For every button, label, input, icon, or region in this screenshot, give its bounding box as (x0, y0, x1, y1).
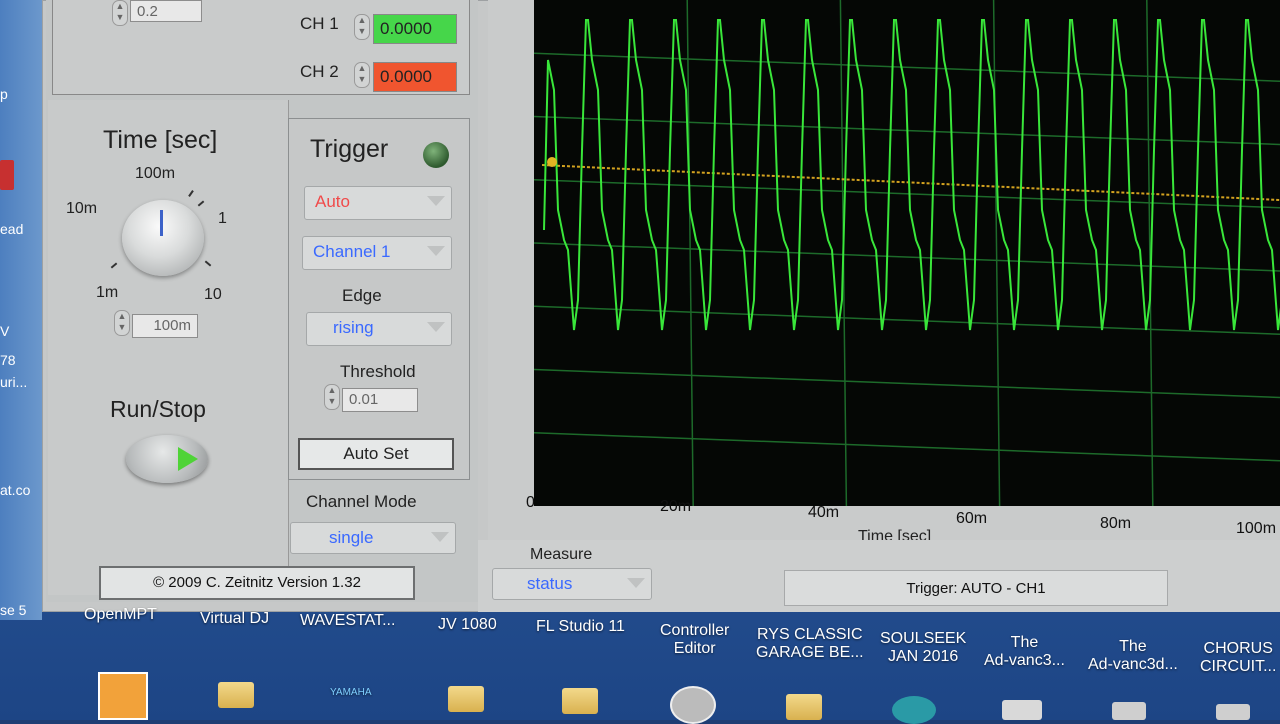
knob-indicator (160, 210, 163, 236)
x-tick: 100m (1236, 520, 1277, 537)
desktop-text: 78 (0, 352, 16, 368)
trigger-marker (547, 157, 557, 167)
knob-label-10m: 10m (66, 200, 98, 217)
shortcut-label[interactable]: The Ad-vanc3... (984, 634, 1065, 670)
chevron-down-icon (427, 246, 445, 256)
threshold-field[interactable]: 0.01 (342, 388, 418, 412)
chevron-down-icon (427, 322, 445, 332)
time-value-field[interactable]: 100m (132, 314, 198, 338)
copyright-box: © 2009 C. Zeitnitz Version 1.32 (99, 566, 415, 600)
ch2-value-indicator: 0.0000 (373, 62, 457, 92)
desktop-text: p (0, 86, 8, 102)
ch2-spinner[interactable]: ▲ ▼ (354, 62, 370, 88)
grid-line-vertical (992, 0, 1001, 507)
time-knob[interactable] (122, 200, 204, 276)
shortcut-label[interactable]: Controller Editor (660, 622, 729, 658)
trigger-source-dropdown[interactable]: Channel 1 (302, 236, 452, 270)
folder-icon[interactable] (786, 694, 822, 720)
play-icon (178, 447, 198, 471)
knob-label-10: 10 (204, 286, 222, 303)
chevron-down-icon (627, 578, 645, 588)
knob-label-100m: 100m (135, 165, 176, 182)
trigger-mode-value: Auto (315, 192, 350, 211)
grid-line-horizontal (533, 432, 1280, 462)
shortcut-label[interactable]: SOULSEEK JAN 2016 (880, 630, 966, 666)
top-value-spinner[interactable]: ▲ ▼ (112, 0, 128, 26)
folder-icon[interactable] (448, 686, 484, 712)
desktop-text: uri... (0, 374, 28, 390)
x-tick: 80m (1100, 515, 1132, 532)
plot-area (533, 0, 1280, 507)
trigger-title: Trigger (310, 135, 389, 163)
channel-mode-dropdown[interactable]: single (290, 522, 456, 554)
file-icon[interactable] (1002, 700, 1042, 720)
knob-label-1: 1 (218, 210, 227, 227)
ch1-label: CH 1 (300, 14, 339, 33)
chevron-down-icon (427, 196, 445, 206)
grid-line-vertical (686, 0, 694, 507)
edge-dropdown[interactable]: rising (306, 312, 452, 346)
trigger-mode-dropdown[interactable]: Auto (304, 186, 452, 220)
shortcut-label[interactable]: JV 1080 (438, 616, 497, 634)
shortcut-label[interactable]: RYS CLASSIC GARAGE BE... (756, 626, 864, 662)
channel-mode-value: single (329, 528, 374, 547)
x-tick: 60m (956, 510, 988, 527)
x-tick: 20m (660, 498, 692, 515)
grid-line-horizontal (533, 242, 1280, 272)
yamaha-icon[interactable]: YAMAHA (330, 684, 372, 702)
ch2-label: CH 2 (300, 62, 339, 81)
channel-mode-label: Channel Mode (306, 492, 417, 511)
file-icon[interactable] (1216, 704, 1250, 720)
threshold-spinner[interactable]: ▲ ▼ (324, 384, 340, 410)
ch1-trace (543, 19, 1280, 331)
x-tick: 0 (526, 494, 535, 511)
shortcut-label[interactable]: Virtual DJ (200, 610, 269, 628)
trigger-source-value: Channel 1 (313, 242, 391, 261)
desktop-text: at.co (0, 482, 31, 498)
waveform-plot (533, 0, 1280, 507)
shortcut-label[interactable]: FL Studio 11 (536, 618, 625, 636)
x-tick: 40m (808, 504, 840, 521)
grid-line-horizontal (533, 368, 1280, 399)
desktop-shortcuts: OpenMPT Virtual DJ WAVESTAT... JV 1080 F… (0, 604, 1280, 724)
run-stop-label: Run/Stop (110, 396, 206, 422)
desktop-app-icon[interactable] (0, 160, 14, 190)
controller-icon[interactable] (670, 686, 716, 724)
shortcut-label[interactable]: The Ad-vanc3d... (1088, 638, 1178, 674)
ch1-spinner[interactable]: ▲ ▼ (354, 14, 370, 40)
desktop-text: ead (0, 221, 24, 237)
knob-label-1m: 1m (96, 284, 119, 301)
chevron-down-icon (431, 532, 449, 542)
auto-set-button[interactable]: Auto Set (298, 438, 454, 470)
threshold-label: Threshold (340, 362, 416, 381)
status-indicator: Trigger: AUTO - CH1 (784, 570, 1168, 606)
trigger-level-line (541, 164, 1280, 201)
measure-dropdown[interactable]: status (492, 568, 652, 600)
edge-label: Edge (342, 286, 382, 305)
file-icon[interactable] (1112, 702, 1146, 720)
folder-icon[interactable] (562, 688, 598, 714)
grid-line-horizontal (533, 305, 1280, 335)
edge-value: rising (333, 318, 374, 337)
shortcut-label[interactable]: OpenMPT (84, 606, 157, 624)
ch1-value-indicator: 0.0000 (373, 14, 457, 44)
desktop-text: V (0, 323, 10, 339)
time-spinner[interactable]: ▲ ▼ (114, 310, 130, 336)
desktop-left-edge: p ead V 78 uri... at.co se 5 (0, 0, 42, 620)
folder-icon[interactable] (218, 682, 254, 708)
trigger-led (423, 142, 449, 168)
measure-value: status (527, 574, 573, 593)
measure-label: Measure (530, 546, 593, 563)
shortcut-icon[interactable] (98, 672, 148, 720)
time-title: Time [sec] (103, 126, 218, 154)
shortcut-label[interactable]: CHORUS CIRCUIT... (1200, 640, 1276, 676)
top-value-field[interactable]: 0.2 (130, 0, 202, 22)
shortcut-label[interactable]: WAVESTAT... (300, 612, 395, 630)
